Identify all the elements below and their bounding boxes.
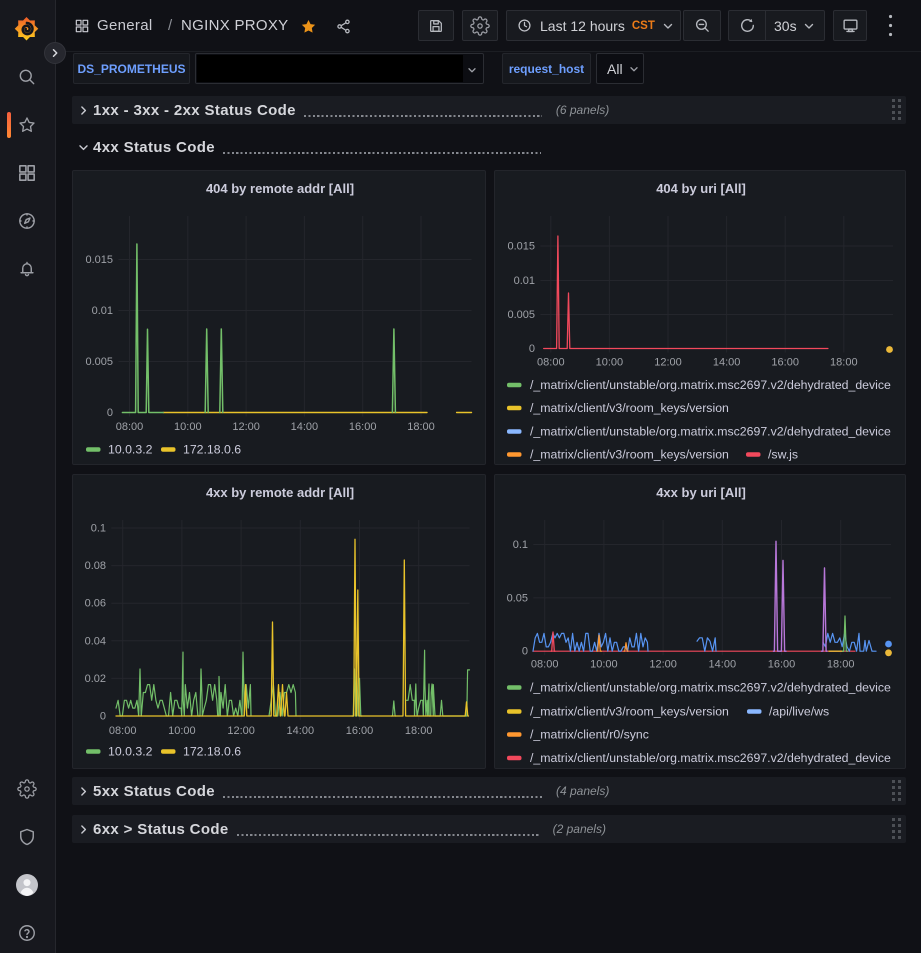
svg-text:08:00: 08:00 <box>531 659 559 671</box>
svg-text:0.015: 0.015 <box>507 241 535 253</box>
svg-text:14:00: 14:00 <box>709 659 737 671</box>
svg-text:0.01: 0.01 <box>92 305 113 317</box>
svg-text:0: 0 <box>522 646 528 658</box>
svg-text:14:00: 14:00 <box>291 421 319 433</box>
svg-text:0.1: 0.1 <box>91 523 106 535</box>
svg-text:0.02: 0.02 <box>85 673 106 685</box>
svg-text:/_matrix/client/unstable/org.m: /_matrix/client/unstable/org.matrix.msc2… <box>530 681 891 695</box>
svg-text:10.0.3.2: 10.0.3.2 <box>108 745 153 759</box>
svg-text:/_matrix/client/v3/room_keys/v: /_matrix/client/v3/room_keys/version <box>530 448 729 462</box>
svg-text:12:00: 12:00 <box>227 725 255 737</box>
svg-text:0.06: 0.06 <box>85 598 106 610</box>
svg-text:0.015: 0.015 <box>85 254 113 266</box>
svg-text:08:00: 08:00 <box>116 421 144 433</box>
svg-text:0.005: 0.005 <box>507 309 535 321</box>
svg-text:16:00: 16:00 <box>349 421 377 433</box>
svg-text:12:00: 12:00 <box>654 357 682 369</box>
svg-text:10:00: 10:00 <box>596 357 624 369</box>
svg-text:12:00: 12:00 <box>232 421 260 433</box>
svg-text:10:00: 10:00 <box>168 725 196 737</box>
svg-text:/_matrix/client/unstable/org.m: /_matrix/client/unstable/org.matrix.msc2… <box>530 378 891 392</box>
svg-text:10.0.3.2: 10.0.3.2 <box>108 443 153 457</box>
svg-text:/_matrix/client/v3/room_keys/v: /_matrix/client/v3/room_keys/version <box>530 401 729 415</box>
svg-text:18:00: 18:00 <box>407 421 435 433</box>
svg-text:0.04: 0.04 <box>85 635 106 647</box>
svg-text:16:00: 16:00 <box>768 659 796 671</box>
svg-text:172.18.0.6: 172.18.0.6 <box>183 443 241 457</box>
svg-text:172.18.0.6: 172.18.0.6 <box>183 745 241 759</box>
svg-text:18:00: 18:00 <box>830 357 858 369</box>
svg-text:/sw.js: /sw.js <box>768 448 798 462</box>
svg-text:/_matrix/client/v3/room_keys/v: /_matrix/client/v3/room_keys/version <box>530 705 729 719</box>
svg-text:18:00: 18:00 <box>827 659 855 671</box>
svg-text:10:00: 10:00 <box>590 659 618 671</box>
svg-text:0.005: 0.005 <box>85 356 113 368</box>
svg-text:/_matrix/client/unstable/org.m: /_matrix/client/unstable/org.matrix.msc2… <box>530 425 891 439</box>
svg-text:/_matrix/client/r0/sync: /_matrix/client/r0/sync <box>530 728 649 742</box>
svg-text:4xx by uri [All]: 4xx by uri [All] <box>656 485 746 500</box>
svg-text:18:00: 18:00 <box>405 725 433 737</box>
svg-text:0: 0 <box>100 711 106 723</box>
svg-text:14:00: 14:00 <box>287 725 315 737</box>
svg-text:0.05: 0.05 <box>507 592 528 604</box>
svg-text:0.1: 0.1 <box>513 539 528 551</box>
svg-text:14:00: 14:00 <box>713 357 741 369</box>
svg-text:0: 0 <box>529 343 535 355</box>
svg-text:16:00: 16:00 <box>346 725 374 737</box>
svg-text:16:00: 16:00 <box>771 357 799 369</box>
svg-text:/_matrix/client/unstable/org.m: /_matrix/client/unstable/org.matrix.msc2… <box>530 751 891 765</box>
svg-text:/api/live/ws: /api/live/ws <box>769 705 829 719</box>
svg-text:08:00: 08:00 <box>537 357 565 369</box>
svg-text:0.08: 0.08 <box>85 560 106 572</box>
svg-text:4xx by remote addr [All]: 4xx by remote addr [All] <box>206 485 354 500</box>
svg-text:08:00: 08:00 <box>109 725 137 737</box>
svg-text:10:00: 10:00 <box>174 421 202 433</box>
svg-text:0: 0 <box>107 407 113 419</box>
svg-text:12:00: 12:00 <box>649 659 677 671</box>
svg-text:404 by uri [All]: 404 by uri [All] <box>656 181 746 196</box>
svg-text:404 by remote addr [All]: 404 by remote addr [All] <box>206 181 354 196</box>
svg-text:0.01: 0.01 <box>514 275 535 287</box>
